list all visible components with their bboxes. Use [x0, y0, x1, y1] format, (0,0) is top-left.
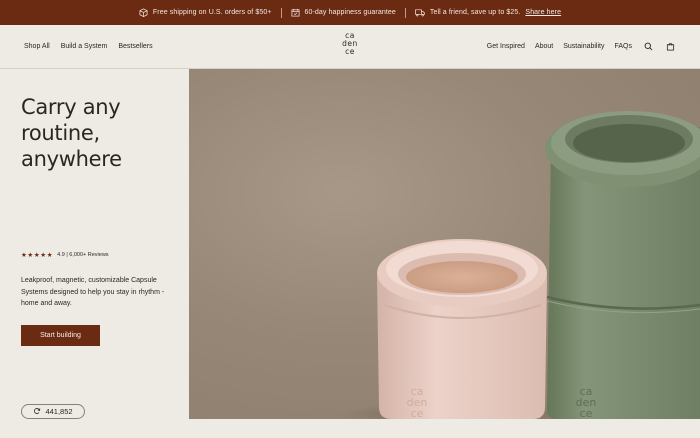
search-icon[interactable]	[642, 41, 654, 53]
announcement-referral-text: Tell a friend, save up to $25.	[429, 9, 521, 16]
counter-value: 441,852	[45, 407, 73, 416]
rating-text: 4.9 | 6,000+ Reviews	[57, 252, 109, 258]
cart-icon[interactable]	[664, 41, 676, 53]
truck-icon	[414, 8, 425, 17]
nav-bestsellers[interactable]: Bestsellers	[118, 43, 152, 50]
announcement-referral: Tell a friend, save up to $25. Share her…	[406, 8, 570, 17]
primary-nav: Shop All Build a System Bestsellers	[24, 25, 153, 68]
announcement-shipping-text: Free shipping on U.S. orders of $50+	[152, 9, 272, 16]
hero-image: ca den ce ca den ce	[189, 69, 700, 419]
announcement-guarantee: 60-day happiness guarantee	[282, 8, 405, 17]
hero-description: Leakproof, magnetic, customizable Capsul…	[21, 277, 165, 307]
capsule-product-illustration: ca den ce ca den ce	[339, 111, 700, 419]
nav-faqs[interactable]: FAQs	[614, 43, 632, 50]
calendar-check-icon	[291, 8, 300, 17]
nav-about[interactable]: About	[535, 43, 553, 50]
secondary-nav: Get Inspired About Sustainability FAQs	[487, 25, 676, 68]
announcement-bar: Free shipping on U.S. orders of $50+ 60-…	[0, 0, 700, 25]
site-header: Shop All Build a System Bestsellers ca d…	[0, 25, 700, 69]
start-building-button[interactable]: Start building	[21, 325, 100, 346]
hero-title: Carry any routine, anywhere	[21, 95, 122, 171]
capsule-counter-badge: 441,852	[21, 404, 85, 419]
nav-get-inspired[interactable]: Get Inspired	[487, 43, 525, 50]
svg-text:ce: ce	[580, 407, 593, 419]
announcement-shipping: Free shipping on U.S. orders of $50+	[130, 8, 281, 17]
page-bottom-band	[189, 419, 700, 438]
brand-logo[interactable]: ca den ce	[339, 32, 361, 56]
nav-sustainability[interactable]: Sustainability	[563, 43, 604, 50]
package-icon	[139, 8, 148, 17]
nav-build-a-system[interactable]: Build a System	[61, 43, 108, 50]
rating-summary[interactable]: ★★★★★ 4.9 | 6,000+ Reviews	[21, 251, 109, 259]
announcement-guarantee-text: 60-day happiness guarantee	[304, 9, 396, 16]
hero-content: Carry any routine, anywhere ★★★★★ 4.9 | …	[0, 69, 189, 438]
refresh-cycle-icon	[33, 407, 41, 417]
share-here-link[interactable]: Share here	[525, 9, 561, 16]
nav-shop-all[interactable]: Shop All	[24, 43, 50, 50]
svg-text:ce: ce	[411, 407, 424, 419]
logo-line-3: ce	[345, 47, 355, 56]
star-rating-icon: ★★★★★	[21, 252, 54, 259]
